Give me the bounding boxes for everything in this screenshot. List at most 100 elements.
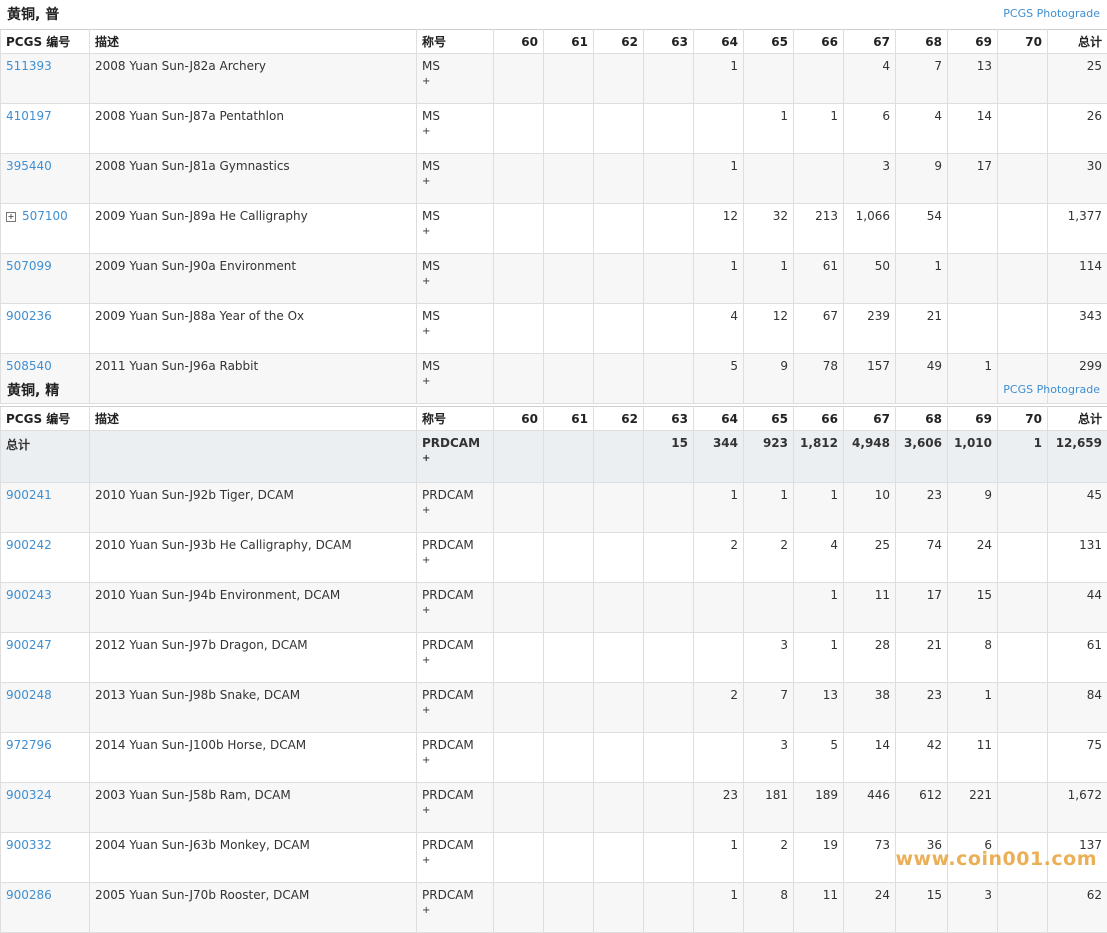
pcgs-number-link[interactable]: 900236	[6, 309, 52, 323]
description-cell: 2009 Yuan Sun-J89a He Calligraphy	[90, 204, 417, 254]
pcgs-number-link[interactable]: 900324	[6, 788, 52, 802]
column-header[interactable]: 描述	[90, 30, 417, 54]
column-header[interactable]: 63	[644, 407, 694, 431]
grade-count-cell: 6	[844, 104, 896, 154]
pcgs-number-link[interactable]: 507100	[22, 209, 68, 223]
grade-count-cell	[644, 883, 694, 933]
pcgs-number-link[interactable]: 900332	[6, 838, 52, 852]
column-header[interactable]: 称号	[417, 30, 494, 54]
total-count-cell: 25	[1048, 54, 1107, 104]
expand-icon[interactable]: +	[6, 212, 16, 222]
grade-count-cell	[594, 431, 644, 483]
grade-count-cell	[594, 154, 644, 204]
table-row: 5113932008 Yuan Sun-J82a ArcheryMS+14713…	[1, 54, 1107, 104]
pcgs-number-link[interactable]: 900241	[6, 488, 52, 502]
grade-count-cell: 8	[744, 883, 794, 933]
description-cell: 2010 Yuan Sun-J94b Environment, DCAM	[90, 583, 417, 633]
photograde-link[interactable]: PCGS Photograde	[1003, 383, 1100, 396]
column-header[interactable]: PCGS 编号	[1, 407, 90, 431]
column-header[interactable]: 63	[644, 30, 694, 54]
description-cell: 2013 Yuan Sun-J98b Snake, DCAM	[90, 683, 417, 733]
designation-cell: MS+	[417, 54, 494, 104]
column-header[interactable]: 64	[694, 407, 744, 431]
grade-count-cell	[998, 54, 1048, 104]
column-header[interactable]: 61	[544, 407, 594, 431]
designation-plus: +	[422, 502, 488, 517]
grade-count-cell: 1,812	[794, 431, 844, 483]
column-header[interactable]: 66	[794, 30, 844, 54]
pcgs-number-link[interactable]: 508540	[6, 359, 52, 373]
column-header[interactable]: PCGS 编号	[1, 30, 90, 54]
designation-prefix: MS	[422, 359, 488, 373]
grade-count-cell	[644, 783, 694, 833]
column-header[interactable]: 70	[998, 407, 1048, 431]
designation-cell: PRDCAM+	[417, 833, 494, 883]
pcgs-number-link[interactable]: 900247	[6, 638, 52, 652]
designation-prefix: PRDCAM	[422, 738, 488, 752]
pcgs-number-link[interactable]: 900243	[6, 588, 52, 602]
grade-count-cell	[544, 633, 594, 683]
pcgs-number-cell: 900332	[1, 833, 90, 883]
grade-count-cell: 4	[896, 104, 948, 154]
column-header[interactable]: 称号	[417, 407, 494, 431]
pcgs-number-link[interactable]: 900248	[6, 688, 52, 702]
pcgs-number-link[interactable]: 900286	[6, 888, 52, 902]
column-header[interactable]: 70	[998, 30, 1048, 54]
grade-count-cell	[594, 483, 644, 533]
pcgs-number-link[interactable]: 507099	[6, 259, 52, 273]
pcgs-number-link[interactable]: 410197	[6, 109, 52, 123]
column-header[interactable]: 67	[844, 407, 896, 431]
grade-count-cell: 23	[896, 483, 948, 533]
column-header[interactable]: 67	[844, 30, 896, 54]
grade-count-cell	[544, 431, 594, 483]
population-table-business-strike: PCGS 编号描述称号6061626364656667686970总计51139…	[0, 29, 1107, 404]
grade-count-cell: 10	[844, 483, 896, 533]
grade-count-cell: 9	[896, 154, 948, 204]
total-count-cell: 114	[1048, 254, 1107, 304]
grade-count-cell: 2	[694, 683, 744, 733]
total-count-cell: 12,659	[1048, 431, 1107, 483]
description-cell: 2004 Yuan Sun-J63b Monkey, DCAM	[90, 833, 417, 883]
column-header[interactable]: 62	[594, 30, 644, 54]
column-header[interactable]: 69	[948, 407, 998, 431]
photograde-link[interactable]: PCGS Photograde	[1003, 7, 1100, 20]
total-count-cell: 30	[1048, 154, 1107, 204]
designation-prefix: PRDCAM	[422, 688, 488, 702]
grade-count-cell	[594, 104, 644, 154]
column-header[interactable]: 62	[594, 407, 644, 431]
grade-count-cell: 19	[794, 833, 844, 883]
designation-plus: +	[422, 273, 488, 288]
table-row: 900248 2013 Yuan Sun-J98b Snake, DCAM PRDC…	[1, 683, 1107, 733]
pcgs-number-link[interactable]: 900242	[6, 538, 52, 552]
designation-plus: +	[422, 552, 488, 567]
pcgs-number-link[interactable]: 972796	[6, 738, 52, 752]
grade-count-cell: 74	[896, 533, 948, 583]
column-header[interactable]: 60	[494, 407, 544, 431]
column-header[interactable]: 66	[794, 407, 844, 431]
column-header[interactable]: 65	[744, 407, 794, 431]
column-header[interactable]: 总计	[1048, 30, 1107, 54]
pcgs-number-cell: 511393	[1, 54, 90, 104]
grade-count-cell	[494, 154, 544, 204]
grade-count-cell	[494, 431, 544, 483]
column-header[interactable]: 68	[896, 407, 948, 431]
grade-count-cell	[544, 783, 594, 833]
column-header[interactable]: 69	[948, 30, 998, 54]
grade-count-cell: 17	[896, 583, 948, 633]
column-header[interactable]: 61	[544, 30, 594, 54]
designation-prefix: PRDCAM	[422, 436, 488, 450]
grade-count-cell: 1	[694, 254, 744, 304]
description-cell: 2012 Yuan Sun-J97b Dragon, DCAM	[90, 633, 417, 683]
pcgs-number-link[interactable]: 395440	[6, 159, 52, 173]
designation-prefix: PRDCAM	[422, 488, 488, 502]
column-header[interactable]: 68	[896, 30, 948, 54]
grade-count-cell: 1	[794, 104, 844, 154]
column-header[interactable]: 60	[494, 30, 544, 54]
designation-cell: MS+	[417, 304, 494, 354]
column-header[interactable]: 64	[694, 30, 744, 54]
column-header[interactable]: 总计	[1048, 407, 1107, 431]
column-header[interactable]: 65	[744, 30, 794, 54]
designation-plus: +	[422, 323, 488, 338]
pcgs-number-link[interactable]: 511393	[6, 59, 52, 73]
column-header[interactable]: 描述	[90, 407, 417, 431]
